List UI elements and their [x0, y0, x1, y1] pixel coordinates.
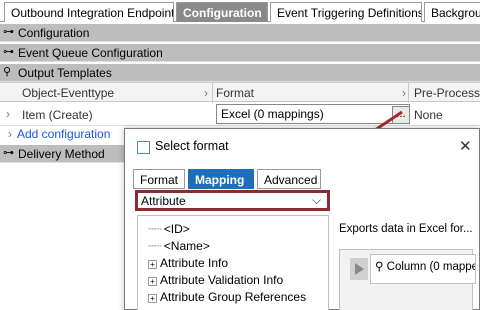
select-value: Attribute	[141, 194, 186, 208]
column-label: Column (0 mappe	[386, 261, 476, 273]
tab-configuration[interactable]: Configuration	[176, 2, 268, 22]
row-chevron-icon: ›	[6, 107, 10, 121]
tree-node[interactable]: ┈┈ <ID>	[148, 222, 190, 236]
dialog-titlebar: Select format ✕	[125, 129, 480, 163]
tree-node[interactable]: ┈┈ <Name>	[148, 239, 210, 253]
play-arrow-icon[interactable]	[350, 258, 368, 280]
add-configuration-label: Add configuration	[17, 127, 111, 141]
expand-plus-icon[interactable]: +	[148, 260, 157, 269]
section-label: Output Templates	[18, 66, 112, 80]
column-header-format: Format	[216, 86, 255, 100]
mapping-type-select[interactable]: Attribute ⌵	[135, 190, 330, 211]
section-label: Delivery Method	[18, 147, 105, 161]
dialog-title: Select format	[155, 139, 229, 153]
expand-key-icon: ⚲	[3, 66, 12, 78]
top-tab-bar: Outbound Integration Endpoint Configurat…	[0, 0, 480, 22]
tree-node-label: Attribute Validation Info	[160, 273, 284, 287]
collapse-key-icon: ⊶	[3, 46, 14, 58]
section-label: Event Queue Configuration	[18, 46, 163, 60]
chevron-icon: ›	[8, 127, 12, 141]
column-mapping-item[interactable]: ⚲ Column (0 mappe	[370, 254, 476, 284]
row-pre-processor: None	[414, 108, 443, 122]
tree-node[interactable]: + Attribute Info	[148, 256, 228, 270]
tree-node-label: <ID>	[163, 222, 190, 236]
window-icon	[137, 141, 150, 154]
tab-outbound-integration-endpoint[interactable]: Outbound Integration Endpoint	[4, 2, 174, 22]
tab-advanced[interactable]: Advanced	[257, 169, 321, 189]
select-format-dialog: Select format ✕ Format Mapping Advanced …	[124, 128, 480, 310]
close-icon[interactable]: ✕	[459, 137, 472, 155]
expand-plus-icon[interactable]: +	[148, 294, 157, 303]
tab-background[interactable]: Backgrou	[424, 2, 480, 22]
grid-header: Object-Eventtype › Format › Pre-Processo…	[0, 82, 480, 103]
tree-connector: ┈┈	[148, 239, 161, 253]
mapping-panel: Exports data in Excel for... ⚲ Column (0…	[339, 215, 479, 310]
expand-plus-icon[interactable]: +	[148, 277, 157, 286]
section-event-queue[interactable]: ⊶ Event Queue Configuration	[0, 44, 480, 62]
tree-node-label: Attribute Info	[160, 256, 229, 270]
section-output-templates[interactable]: ⚲ Output Templates	[0, 64, 480, 82]
tree-node[interactable]: + Attribute Validation Info	[148, 273, 283, 287]
format-value: Excel (0 mappings)	[221, 107, 324, 121]
tab-mapping[interactable]: Mapping	[188, 169, 254, 189]
section-configuration[interactable]: ⊶ Configuration	[0, 24, 480, 42]
tree-connector: ┈┈	[148, 222, 161, 236]
mapping-area: ⚲ Column (0 mappe	[339, 249, 476, 310]
tab-format[interactable]: Format	[133, 169, 185, 189]
section-label: Configuration	[18, 26, 90, 40]
column-header-object-eventtype: Object-Eventtype	[22, 86, 115, 100]
tree-node-label: Attribute Group References	[160, 290, 307, 304]
row-object-eventtype: Item (Create)	[22, 108, 93, 122]
attribute-tree: ┈┈ <ID> ┈┈ <Name> + Attribute Info + Attri…	[137, 215, 329, 310]
tab-event-triggering-definitions[interactable]: Event Triggering Definitions	[270, 2, 422, 22]
format-description: Exports data in Excel for...	[339, 223, 473, 235]
column-header-pre-processor: Pre-Processor	[414, 86, 480, 100]
chevron-down-icon: ⌵	[312, 193, 322, 207]
tree-node-label: <Name>	[163, 239, 210, 253]
tree-node[interactable]: + Attribute Group References	[148, 290, 306, 304]
column-key-icon: ⚲	[375, 261, 384, 273]
collapse-key-icon: ⊶	[3, 26, 14, 38]
add-configuration-link[interactable]: › Add configuration	[8, 127, 110, 141]
collapse-key-icon: ⊶	[3, 147, 14, 159]
